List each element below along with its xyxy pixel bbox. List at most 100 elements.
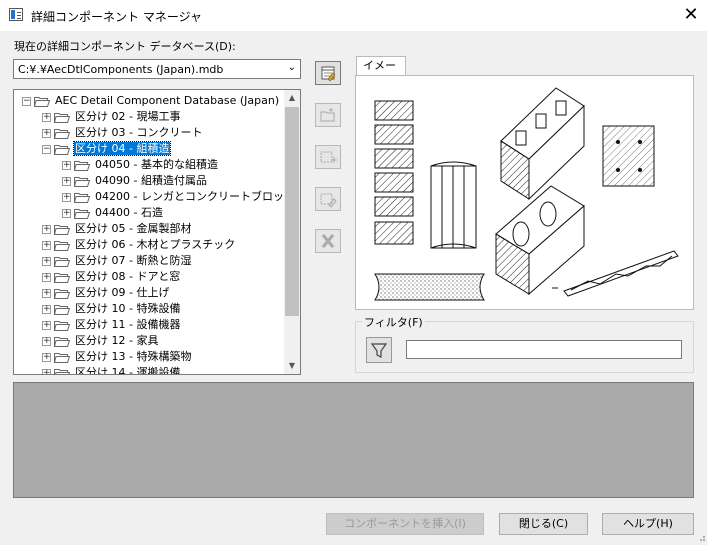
scroll-down-icon[interactable]: ▼ bbox=[284, 358, 300, 374]
tree-item[interactable]: + 区分け 03 - コンクリート bbox=[42, 125, 203, 141]
tree-item[interactable]: + 区分け 05 - 金属製部材 bbox=[42, 221, 192, 237]
expand-icon[interactable]: + bbox=[42, 352, 51, 362]
expand-icon[interactable]: + bbox=[42, 256, 51, 266]
tree-item[interactable]: + 区分け 11 - 設備機器 bbox=[42, 317, 181, 333]
folder-icon bbox=[74, 160, 90, 171]
folder-add-icon bbox=[320, 108, 335, 122]
tree-item[interactable]: +04400 - 石造 bbox=[62, 205, 164, 221]
tree-item-label: 区分け 11 - 設備機器 bbox=[75, 318, 181, 331]
tree-item[interactable]: + 区分け 10 - 特殊設備 bbox=[42, 301, 181, 317]
tree-item-label: 04400 - 石造 bbox=[95, 206, 163, 219]
tree-item[interactable]: + 区分け 08 - ドアと窓 bbox=[42, 269, 181, 285]
insert-component-button[interactable]: コンポーネントを挿入(I) bbox=[326, 513, 484, 535]
tree-item-label: 区分け 02 - 現場工事 bbox=[75, 110, 181, 123]
edit-component-button[interactable] bbox=[315, 187, 341, 211]
funnel-icon bbox=[370, 343, 388, 358]
folder-icon bbox=[74, 192, 90, 203]
folder-icon bbox=[74, 176, 90, 187]
folder-icon bbox=[54, 224, 70, 235]
close-button[interactable]: 閉じる(C) bbox=[499, 513, 588, 535]
tree-item-label: 区分け 07 - 断熱と防湿 bbox=[75, 254, 192, 267]
tree-item-label: 04090 - 組積造付属品 bbox=[95, 174, 207, 187]
tree-item[interactable]: + 区分け 13 - 特殊構築物 bbox=[42, 349, 192, 365]
folder-icon bbox=[74, 208, 90, 219]
folder-icon bbox=[54, 240, 70, 251]
delete-button[interactable] bbox=[315, 229, 341, 253]
expand-icon[interactable]: + bbox=[42, 336, 51, 346]
expand-icon[interactable]: + bbox=[42, 128, 51, 138]
component-preview-image bbox=[355, 75, 694, 310]
filter-label: フィルタ(F) bbox=[362, 314, 425, 330]
expand-icon[interactable]: + bbox=[42, 320, 51, 330]
folder-icon bbox=[34, 96, 50, 107]
filter-button[interactable] bbox=[366, 337, 392, 363]
expand-icon[interactable]: + bbox=[62, 208, 71, 218]
expand-icon[interactable]: + bbox=[42, 240, 51, 250]
tree-item[interactable]: + 区分け 14 - 運搬設備 bbox=[42, 365, 181, 375]
tree-item[interactable]: + 区分け 09 - 仕上げ bbox=[42, 285, 170, 301]
component-tree[interactable]: − AEC Detail Component Database (Japan) + 区… bbox=[13, 89, 301, 375]
expand-icon[interactable]: + bbox=[42, 112, 51, 122]
collapse-icon[interactable]: − bbox=[42, 144, 51, 154]
expand-icon[interactable]: + bbox=[42, 224, 51, 234]
tree-item[interactable]: + 区分け 12 - 家具 bbox=[42, 333, 159, 349]
tree-item[interactable]: + 区分け 02 - 現場工事 bbox=[42, 109, 181, 125]
scroll-thumb[interactable] bbox=[285, 107, 299, 316]
app-icon bbox=[9, 8, 23, 21]
database-combobox[interactable]: C:¥.¥AecDtlComponents (Japan).mdb ⌄ bbox=[13, 59, 301, 79]
expand-icon[interactable]: + bbox=[42, 272, 51, 282]
scroll-up-icon[interactable]: ▲ bbox=[284, 90, 300, 106]
folder-icon bbox=[54, 288, 70, 299]
tree-scrollbar[interactable]: ▲ ▼ bbox=[284, 90, 300, 374]
tree-item-label: 区分け 05 - 金属製部材 bbox=[75, 222, 192, 235]
folder-icon bbox=[54, 320, 70, 331]
component-add-icon bbox=[320, 151, 337, 163]
folder-icon bbox=[54, 256, 70, 267]
expand-icon[interactable]: + bbox=[42, 288, 51, 298]
tree-item-label: 04200 - レンガとコンクリートブロック bbox=[95, 190, 295, 203]
delete-x-icon bbox=[321, 234, 335, 248]
tree-item[interactable]: +04090 - 組積造付属品 bbox=[62, 173, 208, 189]
edit-database-button[interactable] bbox=[315, 61, 341, 85]
tree-item-label: 区分け 14 - 運搬設備 bbox=[75, 366, 181, 375]
expand-icon[interactable]: + bbox=[62, 192, 71, 202]
resize-grip-icon[interactable] bbox=[696, 532, 706, 542]
component-edit-icon bbox=[320, 193, 337, 208]
tree-item-label: 区分け 04 - 組積造 bbox=[72, 141, 172, 156]
new-group-button[interactable] bbox=[315, 103, 341, 127]
tree-item[interactable]: − AEC Detail Component Database (Japan) bbox=[22, 93, 280, 109]
tree-item[interactable]: +04200 - レンガとコンクリートブロック bbox=[62, 189, 296, 205]
database-label: 現在の詳細コンポーネント データベース(D): bbox=[14, 40, 236, 53]
tab-image[interactable]: イメージ bbox=[356, 56, 406, 90]
new-component-button[interactable] bbox=[315, 145, 341, 169]
folder-icon bbox=[54, 144, 70, 155]
folder-icon bbox=[54, 304, 70, 315]
filter-input[interactable] bbox=[406, 340, 682, 359]
expand-icon[interactable]: + bbox=[62, 176, 71, 186]
description-panel bbox=[13, 382, 694, 498]
expand-icon[interactable]: + bbox=[62, 160, 71, 170]
expand-icon[interactable]: + bbox=[42, 304, 51, 314]
tree-item-label: 04050 - 基本的な組積造 bbox=[95, 158, 218, 171]
tree-item-label: 区分け 03 - コンクリート bbox=[75, 126, 203, 139]
window-title: 詳細コンポーネント マネージャ bbox=[31, 10, 202, 24]
tree-item[interactable]: + 区分け 07 - 断熱と防湿 bbox=[42, 253, 192, 269]
tree-item-label: AEC Detail Component Database (Japan) bbox=[55, 94, 280, 107]
collapse-icon[interactable]: − bbox=[22, 96, 31, 106]
folder-icon bbox=[54, 272, 70, 283]
tree-item-label: 区分け 09 - 仕上げ bbox=[75, 286, 170, 299]
chevron-down-icon[interactable]: ⌄ bbox=[288, 62, 296, 73]
tree-item-label: 区分け 13 - 特殊構築物 bbox=[75, 350, 192, 363]
close-window-icon[interactable]: ✕ bbox=[680, 3, 702, 27]
folder-icon bbox=[54, 112, 70, 123]
tree-item[interactable]: +04050 - 基本的な組積造 bbox=[62, 157, 219, 173]
expand-icon[interactable]: + bbox=[42, 368, 51, 374]
help-button[interactable]: ヘルプ(H) bbox=[602, 513, 694, 535]
folder-icon bbox=[54, 128, 70, 139]
folder-icon bbox=[54, 352, 70, 363]
tree-item-label: 区分け 08 - ドアと窓 bbox=[75, 270, 181, 283]
tree-item[interactable]: − 区分け 04 - 組積造 bbox=[42, 141, 172, 157]
folder-icon bbox=[54, 336, 70, 347]
database-combobox-value: C:¥.¥AecDtlComponents (Japan).mdb bbox=[18, 63, 224, 76]
tree-item[interactable]: + 区分け 06 - 木材とプラスチック bbox=[42, 237, 236, 253]
